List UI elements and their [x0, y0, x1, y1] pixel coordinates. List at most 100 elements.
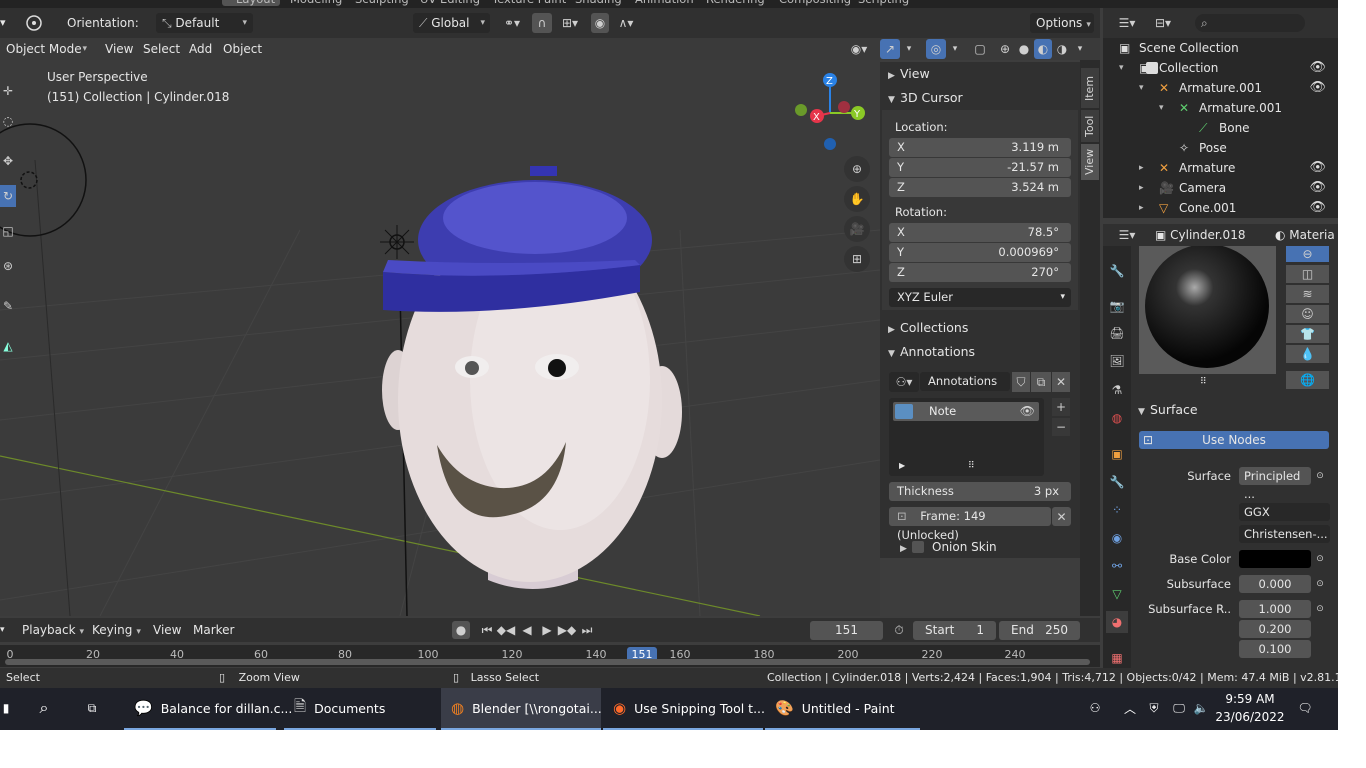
- overlay-dropdown-icon[interactable]: ▾: [948, 39, 962, 59]
- tab-view[interactable]: View: [1081, 144, 1099, 180]
- preview-resize-handle[interactable]: ⠿: [1200, 372, 1207, 392]
- outliner-row[interactable]: ⟋ Bone: [1103, 118, 1338, 138]
- properties-editor-icon[interactable]: ☰▾: [1112, 225, 1142, 245]
- rotation-mode-dropdown[interactable]: XYZ Euler ▾: [889, 288, 1071, 307]
- outliner-row[interactable]: ▸ ✕ Armature 👁: [1103, 158, 1338, 178]
- world-tab-icon[interactable]: ◍: [1106, 407, 1128, 429]
- 3d-viewport[interactable]: [0, 60, 880, 616]
- annotation-type-icon[interactable]: ⚇▾: [889, 372, 919, 392]
- outliner-row[interactable]: ▾ ✕ Armature.001 👁: [1103, 78, 1338, 98]
- search-icon[interactable]: ⌕: [32, 696, 56, 720]
- frame-clear-icon[interactable]: ✕: [1052, 507, 1071, 526]
- jump-end-icon[interactable]: ⏭: [578, 621, 596, 639]
- select-tool-icon[interactable]: ◌: [0, 110, 16, 132]
- workspace-tab[interactable]: Animation: [635, 0, 694, 6]
- section-annotations[interactable]: ▼ Annotations: [888, 341, 975, 365]
- rotation-x[interactable]: X 78.5°: [889, 223, 1071, 242]
- frame-field[interactable]: ⊡ Frame: 149 (Unlocked): [889, 507, 1051, 542]
- transform-space-dropdown[interactable]: ⟋ Global ▾: [413, 13, 490, 33]
- clock[interactable]: 9:59 AM 23/06/2022: [1210, 690, 1290, 728]
- use-nodes-button[interactable]: ⊡ Use Nodes: [1139, 431, 1329, 449]
- security-icon[interactable]: ⛨: [1145, 696, 1163, 720]
- preview-cloth-icon[interactable]: 👕: [1286, 325, 1329, 343]
- annotations-name-field[interactable]: Annotations: [920, 372, 1010, 391]
- task-view-icon[interactable]: ⧉: [80, 696, 104, 720]
- rotation-z[interactable]: Z 270°: [889, 263, 1071, 282]
- timeline-menu-marker[interactable]: Marker: [193, 620, 234, 640]
- shading-dropdown-icon[interactable]: ▾: [1073, 39, 1087, 59]
- properties-material-tab[interactable]: ◐ Materia: [1275, 225, 1335, 245]
- snap-target-icon[interactable]: ⊞▾: [556, 13, 584, 33]
- taskbar-app-button[interactable]: 💬 Balance for dillan.c...: [124, 688, 292, 730]
- layer-row-note[interactable]: Note 👁: [893, 402, 1039, 421]
- visibility-eye-icon[interactable]: 👁: [1309, 178, 1326, 198]
- preview-sphere-icon[interactable]: ⊖: [1286, 246, 1329, 262]
- notifications-icon[interactable]: 🗨: [1295, 696, 1315, 720]
- property-field[interactable]: Principled ...: [1239, 467, 1311, 501]
- tray-chevron-icon[interactable]: ︿: [1122, 696, 1138, 720]
- section-onion-skin[interactable]: ▶ Onion Skin: [900, 536, 997, 560]
- thickness-field[interactable]: Thickness 3 px: [889, 482, 1071, 501]
- gizmo-dropdown-icon[interactable]: ▾: [902, 39, 916, 59]
- preview-range-icon[interactable]: ⏱: [890, 621, 908, 640]
- layer-eye-icon[interactable]: 👁: [1020, 402, 1035, 421]
- preview-world-icon[interactable]: 🌐: [1286, 371, 1329, 389]
- falloff-icon[interactable]: ∧▾: [612, 13, 640, 33]
- link-socket-icon[interactable]: ⊙: [1311, 550, 1329, 568]
- expand-arrow-icon[interactable]: ▾: [1139, 78, 1144, 98]
- property-field[interactable]: Christensen-...: [1239, 525, 1330, 543]
- link-socket-icon[interactable]: ⊙: [1311, 467, 1329, 485]
- prev-keyframe-icon[interactable]: ◆◀: [497, 621, 515, 639]
- outliner-row[interactable]: ▾ ▣ Collection 👁: [1103, 58, 1338, 78]
- view-layer-tab-icon[interactable]: 🖼: [1106, 350, 1128, 372]
- options-dropdown[interactable]: Options ▾: [1030, 13, 1094, 33]
- scene-tab-icon[interactable]: ⚗: [1106, 379, 1128, 401]
- add-layer-icon[interactable]: +: [1052, 398, 1070, 416]
- mode-dropdown[interactable]: Object Mode ▾: [0, 39, 91, 59]
- particles-tab-icon[interactable]: ⁘: [1106, 499, 1128, 521]
- property-field[interactable]: [1239, 550, 1311, 568]
- outliner-row[interactable]: ▾ ✕ Armature.001: [1103, 98, 1338, 118]
- property-field[interactable]: 0.200: [1239, 620, 1311, 638]
- modifier-tab-icon[interactable]: 🔧: [1106, 471, 1128, 493]
- property-field[interactable]: 0.000: [1239, 575, 1311, 593]
- unlink-icon[interactable]: ✕: [1052, 372, 1070, 392]
- visibility-eye-icon[interactable]: 👁: [1309, 78, 1326, 98]
- camera-view-icon[interactable]: 🎥: [844, 216, 870, 242]
- taskbar-app-button[interactable]: 🗎 Documents: [284, 688, 436, 730]
- play-icon[interactable]: ▶: [538, 621, 556, 639]
- visibility-eye-icon[interactable]: 👁: [1309, 198, 1326, 218]
- physics-tab-icon[interactable]: ◉: [1106, 527, 1128, 549]
- outliner-editor-icon[interactable]: ☰▾: [1112, 13, 1142, 33]
- list-expand-icon[interactable]: ▶: [899, 456, 905, 476]
- jump-start-icon[interactable]: ⏮: [478, 621, 496, 639]
- remove-layer-icon[interactable]: −: [1052, 418, 1070, 436]
- expand-arrow-icon[interactable]: ▾: [1159, 98, 1164, 118]
- menu-add[interactable]: Add: [189, 39, 212, 59]
- outliner-row[interactable]: ▣ Scene Collection: [1103, 38, 1338, 58]
- playback-dropdown[interactable]: Playback ▾: [16, 620, 91, 640]
- onion-skin-checkbox[interactable]: [912, 541, 924, 553]
- workspace-tab[interactable]: Layout: [236, 0, 275, 6]
- taskbar-app-button[interactable]: ◍ Blender [\\rongotai...: [441, 688, 602, 730]
- xray-icon[interactable]: ▢: [970, 39, 990, 59]
- workspace-tab[interactable]: Rendering: [706, 0, 765, 6]
- timeline-scrollbar[interactable]: [5, 659, 1090, 665]
- section-collections[interactable]: ▶ Collections: [888, 317, 968, 341]
- menu-select[interactable]: Select: [143, 39, 180, 59]
- rotation-y[interactable]: Y 0.000969°: [889, 243, 1071, 262]
- overlay-toggle-icon[interactable]: ◎: [926, 39, 946, 59]
- outliner-row[interactable]: ✧ Pose: [1103, 138, 1338, 158]
- annotate-tool-icon[interactable]: ✎: [0, 295, 16, 317]
- proportional-edit-icon[interactable]: ◉: [591, 13, 609, 33]
- fake-user-icon[interactable]: ⛉: [1012, 372, 1030, 392]
- workspace-tab[interactable]: UV Editing: [420, 0, 480, 6]
- people-icon[interactable]: ⚇: [1085, 696, 1105, 720]
- tab-item[interactable]: Item: [1081, 68, 1099, 108]
- data-tab-icon[interactable]: ▽: [1106, 583, 1128, 605]
- workspace-tab[interactable]: Compositing: [779, 0, 851, 6]
- tool-tab-icon[interactable]: 🔧: [1106, 260, 1128, 282]
- visibility-icon[interactable]: ◉▾: [846, 39, 872, 59]
- tab-tool[interactable]: Tool: [1081, 110, 1099, 142]
- menu-object[interactable]: Object: [223, 39, 262, 59]
